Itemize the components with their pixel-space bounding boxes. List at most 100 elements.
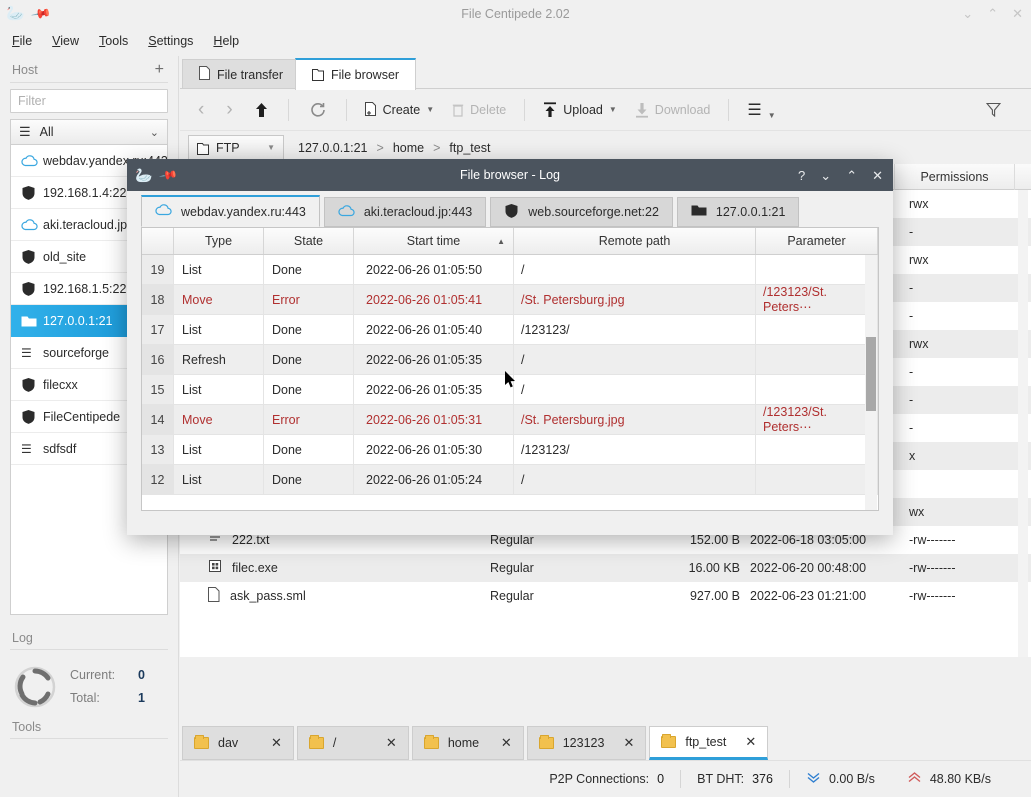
close-tab-icon[interactable]: ✕ [261,735,282,751]
double-chevron-up-icon [907,771,922,787]
row-state: Done [264,435,354,464]
column-header-remote-path[interactable]: Remote path [514,228,756,254]
breadcrumb-ftp-test[interactable]: ftp_test [449,141,490,155]
chevron-down-icon[interactable]: ▼ [768,111,776,120]
close-tab-icon[interactable]: ✕ [376,735,397,751]
row-start-time: 2022-06-26 01:05:35 [354,375,514,404]
maximize-icon[interactable]: ⌃ [987,7,998,20]
dht-label: BT DHT: [697,772,745,786]
dialog-titlebar[interactable]: 🦢 📌 File browser - Log ? ⌄ ⌃ ✕ [127,159,893,191]
protocol-select[interactable]: FTP ▼ [188,135,284,160]
host-filter-input[interactable]: Filter [10,89,168,113]
divider [10,738,168,740]
tab-file-browser[interactable]: File browser [295,58,417,90]
menubar: File View Tools Settings Help [0,28,1031,54]
row-remote-path: / [514,345,756,374]
close-tab-icon[interactable]: ✕ [491,735,512,751]
row-parameter: /123123/St. Peters⋯ [756,285,878,314]
close-icon[interactable]: ✕ [1012,7,1023,20]
up-button[interactable] [245,102,278,118]
refresh-button[interactable] [299,101,336,118]
row-index: 17 [142,315,174,344]
bottom-tab-root[interactable]: / ✕ [296,726,409,760]
create-button[interactable]: Create ▼ [357,97,442,122]
maximize-icon[interactable]: ⌃ [846,169,857,182]
back-button[interactable]: ‹ [188,99,214,121]
file-permissions: -rw------- [909,561,956,575]
bottom-tab-123123[interactable]: 123123 ✕ [526,726,647,760]
forward-button[interactable]: › [216,99,242,121]
shield-icon [21,185,43,201]
table-row[interactable]: 18 Move Error 2022-06-26 01:05:41 /St. P… [142,285,878,315]
log-table-scrollbar[interactable] [865,255,877,510]
overflow-menu-button[interactable]: ☰ ▼ [739,95,783,125]
dialog-tab-aki-teracloud[interactable]: aki.teracloud.jp:443 [323,197,487,227]
folder-icon [308,735,324,749]
column-header-parameter[interactable]: Parameter [756,228,878,254]
table-row[interactable]: 19 List Done 2022-06-26 01:05:50 / [142,255,878,285]
bottom-tab-ftp-test[interactable]: ftp_test ✕ [649,726,769,760]
table-row[interactable]: ask_pass.sml Regular 927.00 B 2022-06-23… [180,582,1031,610]
log-dialog: 🦢 📌 File browser - Log ? ⌄ ⌃ ✕ webdav.ya… [127,159,893,535]
table-row[interactable]: 13 List Done 2022-06-26 01:05:30 /123123… [142,435,878,465]
help-icon[interactable]: ? [798,169,805,182]
chevron-down-icon[interactable]: ▼ [426,105,434,114]
breadcrumb-home[interactable]: home [393,141,424,155]
minimize-icon[interactable]: ⌄ [820,169,831,182]
dialog-tab-web-sourceforge[interactable]: web.sourceforge.net:22 [490,197,673,227]
row-start-time: 2022-06-26 01:05:50 [354,255,514,284]
file-size: 16.00 KB [688,561,740,575]
add-host-button[interactable]: + [155,62,168,78]
breadcrumb-separator: > [376,140,384,155]
divider [728,98,730,121]
dialog-tab-webdav-yandex[interactable]: webdav.yandex.ru:443 [141,195,320,227]
table-row[interactable]: 17 List Done 2022-06-26 01:05:40 /123123… [142,315,878,345]
row-remote-path: / [514,465,756,494]
file-date: 2022-06-18 03:05:00 [750,533,867,547]
upload-button[interactable]: Upload ▼ [535,97,625,123]
table-row[interactable]: 12 List Done 2022-06-26 01:05:24 / [142,465,878,495]
chevron-down-icon[interactable]: ▼ [267,143,275,152]
close-tab-icon[interactable]: ✕ [735,734,756,750]
scrollbar-thumb[interactable] [866,337,876,411]
row-index: 15 [142,375,174,404]
host-label: Host [12,63,38,77]
host-group-select[interactable]: ☰ All ⌄ [10,119,168,145]
column-header-start-time[interactable]: Start time ▲ [354,228,514,254]
table-row[interactable]: filec.exe Regular 16.00 KB 2022-06-20 00… [180,554,1031,582]
bottom-tab-dav[interactable]: dav ✕ [182,726,294,760]
status-bar: P2P Connections: 0 BT DHT: 376 0.00 B/s … [180,760,1031,797]
close-icon[interactable]: ✕ [872,169,883,182]
sidebar-host-header: Host + [0,56,178,82]
chevron-down-icon[interactable]: ▼ [609,105,617,114]
folder-icon [423,735,439,749]
row-state: Done [264,345,354,374]
minimize-icon[interactable]: ⌄ [962,7,973,20]
filter-button[interactable] [978,97,1009,122]
column-header-permissions[interactable]: Permissions [895,163,1015,190]
sort-ascending-icon: ▲ [497,236,505,246]
dialog-tab-127-0-0-1[interactable]: 127.0.0.1:21 [676,197,800,227]
column-header-index[interactable] [142,228,174,254]
current-label: Current: [70,668,116,682]
delete-button: Delete [444,97,514,122]
row-remote-path: /123123/ [514,435,756,464]
bottom-tab-home[interactable]: home ✕ [411,726,524,760]
table-row[interactable]: 14 Move Error 2022-06-26 01:05:31 /St. P… [142,405,878,435]
file-list-scrollbar[interactable] [1018,190,1028,657]
menu-help[interactable]: Help [213,34,239,48]
row-remote-path: /St. Petersburg.jpg [514,405,756,434]
menu-settings[interactable]: Settings [148,34,193,48]
row-parameter [756,465,878,494]
permissions-cell: rwx [909,337,929,351]
permissions-cell: - [909,309,914,323]
column-header-state[interactable]: State [264,228,354,254]
menu-tools[interactable]: Tools [99,34,128,48]
column-header-type[interactable]: Type [174,228,264,254]
menu-view[interactable]: View [52,34,79,48]
close-tab-icon[interactable]: ✕ [613,735,634,751]
breadcrumb-host[interactable]: 127.0.0.1:21 [298,141,368,155]
log-table[interactable]: Type State Start time ▲ Remote path Para… [141,227,879,511]
menu-file[interactable]: File [12,34,32,48]
tab-file-transfer[interactable]: File transfer [182,59,300,89]
